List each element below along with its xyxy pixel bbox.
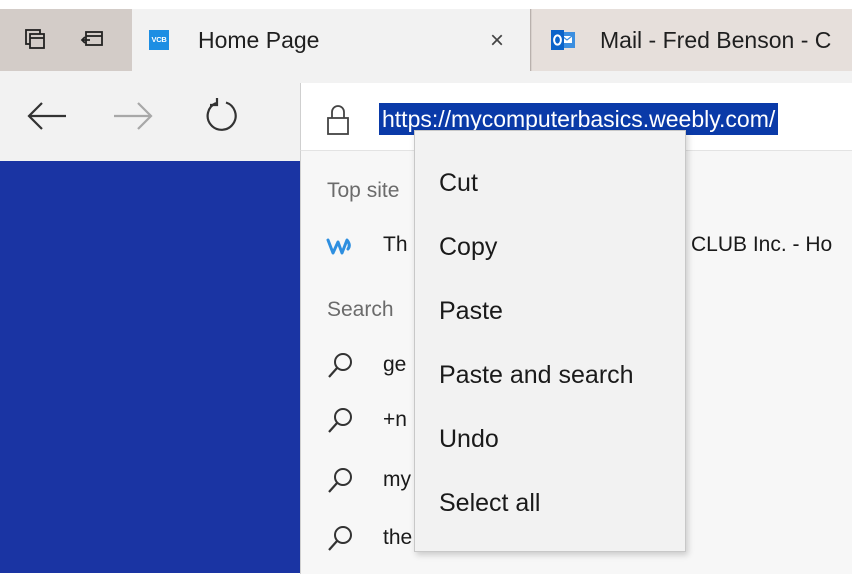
- tab-mail[interactable]: Mail - Fred Benson - C: [532, 9, 852, 71]
- search-suggestion-text: my: [383, 468, 411, 491]
- menu-item-select-all[interactable]: Select all: [415, 475, 685, 531]
- search-suggestion-text: ge: [383, 353, 407, 376]
- menu-item-paste[interactable]: Paste: [415, 283, 685, 339]
- window-top-edge: [0, 0, 852, 9]
- context-menu: Cut Copy Paste Paste and search Undo Sel…: [414, 130, 686, 552]
- search-icon: [325, 406, 355, 436]
- page-content: [0, 161, 300, 573]
- outlook-icon: [550, 29, 576, 51]
- weebly-icon: [325, 231, 355, 261]
- search-suggestion-text: the: [383, 526, 413, 549]
- tabs-aside-icon[interactable]: [21, 25, 49, 53]
- search-icon: [325, 466, 355, 496]
- tab-title: Mail - Fred Benson - C: [600, 27, 832, 53]
- menu-item-copy[interactable]: Copy: [415, 219, 685, 275]
- search-heading: Search: [327, 298, 394, 321]
- vcb-favicon-icon: VCB: [149, 30, 169, 50]
- top-site-text: Th: [383, 233, 408, 256]
- close-tab-icon[interactable]: ×: [490, 27, 504, 55]
- search-icon: [325, 351, 355, 381]
- tab-actions: [0, 9, 132, 71]
- tab-previews-icon[interactable]: [78, 25, 106, 53]
- tab-home-page[interactable]: VCB Home Page ×: [132, 9, 531, 71]
- forward-arrow-icon[interactable]: [110, 93, 156, 139]
- tab-title: Home Page: [198, 27, 320, 53]
- search-suggestion-text: +n: [383, 408, 407, 431]
- menu-item-paste-and-search[interactable]: Paste and search: [415, 347, 685, 403]
- tab-bar: VCB Home Page × Mail - Fred Benson - C: [0, 9, 852, 71]
- search-icon: [325, 524, 355, 554]
- menu-item-cut[interactable]: Cut: [415, 155, 685, 211]
- top-site-text-right: CLUB Inc. - Ho: [691, 233, 833, 256]
- top-sites-heading: Top site: [327, 179, 400, 202]
- lock-icon: [325, 103, 351, 137]
- back-arrow-icon[interactable]: [24, 93, 70, 139]
- menu-item-undo[interactable]: Undo: [415, 411, 685, 467]
- refresh-icon[interactable]: [198, 93, 244, 139]
